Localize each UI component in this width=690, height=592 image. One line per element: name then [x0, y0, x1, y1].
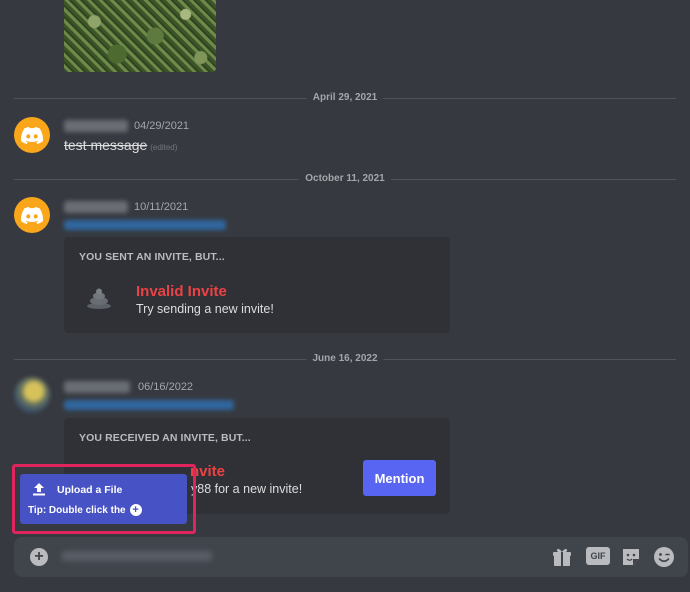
- avatar-discord[interactable]: [14, 197, 50, 233]
- image-attachment[interactable]: [64, 0, 216, 72]
- message-content: test message (edited): [64, 137, 177, 153]
- message-timestamp: 10/11/2021: [134, 201, 189, 213]
- edited-label: (edited): [150, 143, 178, 152]
- date-divider: April 29, 2021: [14, 91, 676, 105]
- invalid-invite-icon: [87, 288, 111, 309]
- message-timestamp: 06/16/2022: [138, 381, 194, 393]
- avatar-user[interactable]: [14, 377, 50, 413]
- username[interactable]: [64, 381, 130, 393]
- upload-file-option[interactable]: Upload a File: [57, 484, 122, 496]
- upload-icon: [33, 483, 45, 496]
- tip-text: Tip: Double click the: [28, 504, 126, 516]
- upload-popup: Upload a File Tip: Double click the +: [20, 474, 187, 524]
- gif-button[interactable]: GIF: [586, 547, 610, 565]
- invite-card-sent: YOU SENT AN INVITE, BUT... Invalid Invit…: [64, 237, 450, 333]
- upload-plus-button[interactable]: +: [30, 548, 48, 566]
- date-divider-label: April 29, 2021: [306, 91, 384, 105]
- invite-link[interactable]: [64, 400, 234, 410]
- gift-icon[interactable]: [551, 546, 573, 568]
- message-input[interactable]: [62, 551, 212, 561]
- date-divider: June 16, 2022: [14, 352, 676, 366]
- date-divider-label: June 16, 2022: [306, 352, 384, 366]
- avatar-discord[interactable]: [14, 117, 50, 153]
- invite-name: Invalid Invite: [136, 283, 227, 300]
- mention-button[interactable]: Mention: [363, 460, 436, 496]
- invite-card-title: YOU SENT AN INVITE, BUT...: [79, 251, 225, 263]
- discord-logo-icon: [21, 126, 43, 144]
- invite-subtitle: y88 for a new invite!: [191, 482, 303, 496]
- plus-circle-icon: +: [129, 504, 142, 516]
- invite-card-title: YOU RECEIVED AN INVITE, BUT...: [79, 432, 251, 444]
- chat-area: April 29, 2021 04/29/2021 test message (e…: [0, 0, 690, 592]
- gif-label: GIF: [590, 551, 606, 561]
- upload-tip: Tip: Double click the +: [28, 504, 142, 516]
- date-divider: October 11, 2021: [14, 172, 676, 186]
- invite-subtitle: Try sending a new invite!: [136, 302, 274, 316]
- invite-link[interactable]: [64, 220, 226, 230]
- username[interactable]: [64, 201, 128, 213]
- emoji-icon[interactable]: [653, 546, 675, 568]
- date-divider-label: October 11, 2021: [299, 172, 391, 186]
- message-text: test message: [64, 137, 148, 153]
- discord-logo-icon: [21, 206, 43, 224]
- message-composer: + GIF: [14, 537, 688, 577]
- sticker-icon[interactable]: [620, 546, 642, 568]
- message-timestamp: 04/29/2021: [134, 120, 190, 132]
- username[interactable]: [64, 120, 128, 132]
